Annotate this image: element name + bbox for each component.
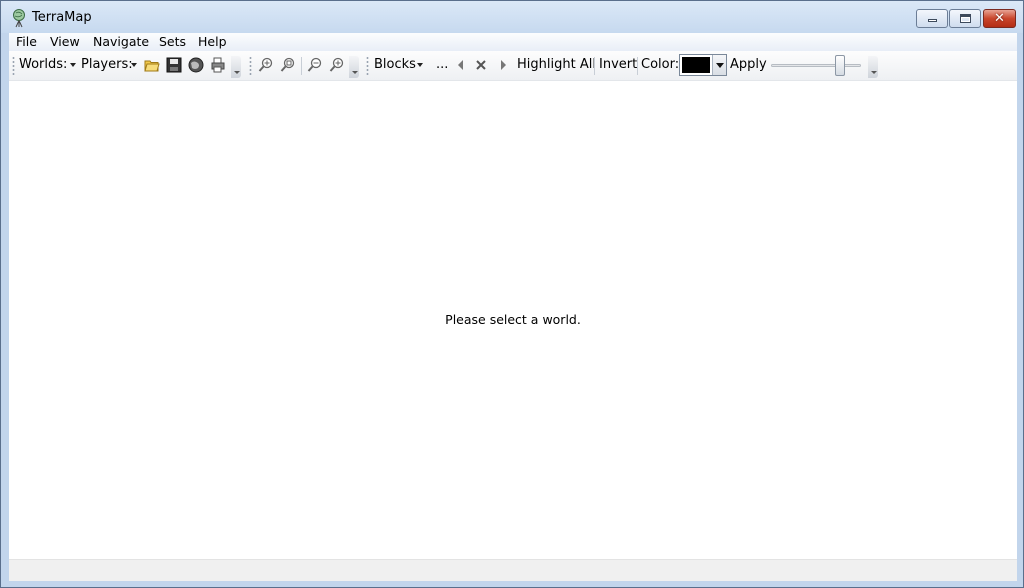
toolbar-separator	[301, 57, 302, 75]
open-folder-icon[interactable]	[144, 57, 160, 73]
close-button[interactable]: ✕	[983, 9, 1016, 28]
color-picker[interactable]	[679, 54, 727, 76]
zoom-reset-icon[interactable]	[329, 57, 345, 73]
menu-bar: File View Navigate Sets Help	[9, 33, 1017, 51]
menu-help[interactable]: Help	[198, 34, 227, 49]
worlds-dropdown-arrow-icon[interactable]	[70, 63, 76, 67]
globe-icon[interactable]	[188, 57, 204, 73]
toolbar-separator	[594, 57, 595, 75]
color-dropdown-arrow-icon[interactable]	[712, 55, 726, 75]
zoom-out-icon[interactable]	[307, 57, 323, 73]
toolbar-separator	[637, 57, 638, 75]
status-bar	[9, 559, 1017, 581]
minimize-button[interactable]	[916, 9, 948, 28]
opacity-slider-track[interactable]	[771, 64, 861, 67]
toolbar-grip[interactable]	[12, 56, 15, 76]
toolbar-overflow-button[interactable]	[231, 56, 241, 78]
menu-sets[interactable]: Sets	[159, 34, 186, 49]
minimize-icon	[928, 19, 937, 22]
color-label: Color:	[641, 57, 680, 72]
blocks-dropdown-arrow-icon[interactable]	[417, 63, 423, 67]
app-window: TerraMap ✕ File View Navigate Sets Help …	[0, 0, 1024, 588]
window-title: TerraMap	[32, 10, 92, 25]
menu-file[interactable]: File	[16, 34, 37, 49]
terramap-globe-icon	[13, 9, 25, 28]
close-icon: ✕	[994, 11, 1005, 26]
apply-button[interactable]: Apply	[730, 57, 767, 72]
empty-state-message: Please select a world.	[445, 312, 581, 327]
save-disk-icon[interactable]	[166, 57, 182, 73]
print-icon[interactable]	[210, 57, 226, 73]
color-swatch	[682, 57, 710, 73]
toolbar-grip[interactable]	[249, 56, 252, 76]
players-dropdown-label[interactable]: Players:	[81, 57, 133, 72]
worlds-dropdown-label[interactable]: Worlds:	[19, 57, 67, 72]
toolbar-overflow-button[interactable]	[868, 56, 878, 78]
toolbar-grip[interactable]	[366, 56, 369, 76]
next-arrow-icon[interactable]	[495, 57, 511, 73]
toolbar: Worlds: Players: Blocks ... Highlight Al…	[9, 51, 1017, 81]
map-view[interactable]: Please select a world.	[9, 82, 1017, 559]
more-options-button[interactable]: ...	[436, 57, 448, 72]
maximize-button[interactable]	[949, 9, 981, 28]
toolbar-overflow-button[interactable]	[349, 56, 359, 78]
players-dropdown-arrow-icon[interactable]	[131, 63, 137, 67]
blocks-dropdown-label[interactable]: Blocks	[374, 57, 416, 72]
invert-button[interactable]: Invert	[599, 57, 637, 72]
menu-view[interactable]: View	[50, 34, 80, 49]
opacity-slider-thumb[interactable]	[835, 55, 845, 76]
previous-arrow-icon[interactable]	[453, 57, 469, 73]
title-bar[interactable]: TerraMap ✕	[1, 1, 1023, 33]
menu-navigate[interactable]: Navigate	[93, 34, 149, 49]
zoom-in-icon[interactable]	[258, 57, 274, 73]
maximize-icon	[960, 14, 971, 23]
clear-x-icon[interactable]	[473, 57, 489, 73]
zoom-fit-icon[interactable]	[280, 57, 296, 73]
client-area: File View Navigate Sets Help Worlds: Pla…	[9, 33, 1017, 581]
highlight-all-button[interactable]: Highlight All	[517, 57, 596, 72]
